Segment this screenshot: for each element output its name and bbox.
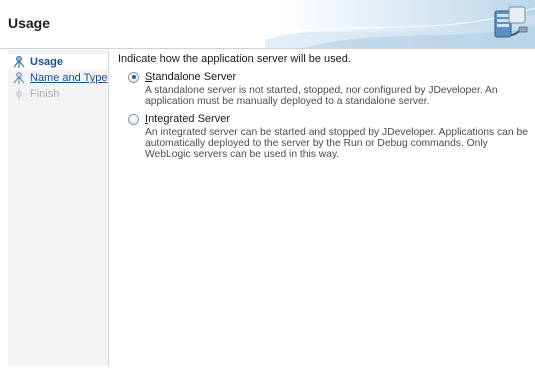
label-text: tandalone Server — [152, 71, 237, 83]
integrated-server-radio-row[interactable]: Integrated Server — [128, 111, 530, 127]
page-title: Usage — [8, 15, 51, 31]
integrated-server-label[interactable]: Integrated Server — [145, 113, 230, 125]
nav-step-finish: Finish — [8, 86, 108, 102]
integrated-server-description: An integrated server can be started and … — [145, 127, 528, 160]
instruction-text: Indicate how the application server will… — [118, 53, 351, 65]
nav-step-label: Usage — [30, 56, 64, 68]
nav-step-name-and-type[interactable]: Name and Type — [8, 70, 108, 86]
wizard-dialog: Usage Usage Name and Type Finish Indicat… — [0, 0, 535, 371]
integrated-server-radio[interactable] — [128, 113, 139, 125]
server-connection-icon — [494, 6, 528, 38]
nav-step-usage[interactable]: Usage — [8, 54, 108, 70]
step-current-icon — [13, 56, 25, 68]
label-text: ntegrated Server — [148, 113, 230, 125]
step-icon — [13, 72, 25, 84]
step-disabled-icon — [16, 88, 22, 100]
standalone-server-radio[interactable] — [128, 71, 139, 83]
standalone-server-radio-row[interactable]: Standalone Server — [128, 69, 530, 85]
nav-step-label: Finish — [30, 88, 60, 100]
standalone-server-label[interactable]: Standalone Server — [145, 71, 236, 83]
wizard-header: Usage — [0, 0, 535, 49]
wizard-content: Indicate how the application server will… — [118, 52, 530, 160]
standalone-server-option: Standalone Server A standalone server is… — [128, 69, 530, 107]
standalone-server-description: A standalone server is not started, stop… — [145, 85, 498, 107]
wizard-steps-nav: Usage Name and Type Finish — [8, 50, 109, 366]
integrated-server-option: Integrated Server An integrated server c… — [128, 111, 530, 160]
nav-step-label: Name and Type — [30, 72, 108, 84]
